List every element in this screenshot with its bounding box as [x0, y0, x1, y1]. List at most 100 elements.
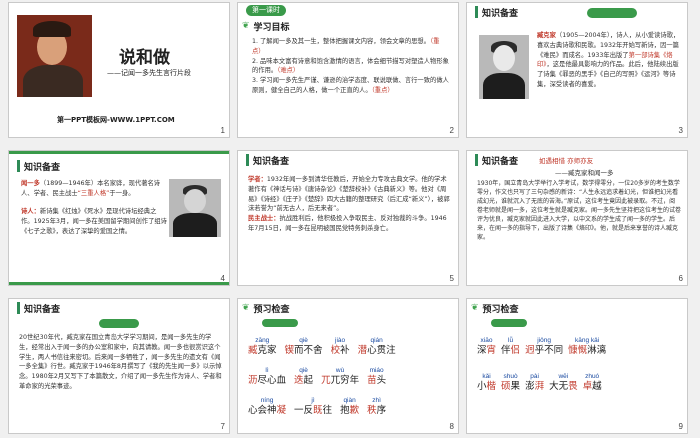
slide-header: ❦ 预习检查: [467, 299, 519, 317]
slide-thumbnail-1[interactable]: 说和做 ——记闻一多先生言行片段 第一PPT模板网-WWW.1PPT.COM 1: [8, 2, 230, 138]
header-bar: [475, 6, 478, 18]
header-bar: [17, 160, 20, 172]
pinyin: kāng kǎi: [575, 337, 600, 344]
word: 锲而不舍: [284, 345, 323, 356]
word: 心会神凝: [248, 405, 287, 416]
word: 一反既往: [294, 405, 333, 416]
header-title: 预习检查: [253, 303, 290, 314]
word: 苗头: [367, 375, 387, 386]
slide-thumbnail-3[interactable]: 知识备查 臧克家（1905—2004年），诗人，从小爱读诗歌，喜欢古典诗歌和民歌…: [466, 2, 688, 138]
word: 沥尽心血: [248, 375, 287, 386]
pinyin: lì: [265, 367, 269, 374]
word: 卓越: [582, 381, 602, 392]
leaf-icon: ❦: [471, 303, 479, 313]
leaf-icon: ❦: [242, 303, 250, 313]
word-item: lǚ 伴侣: [501, 337, 520, 356]
top-tag: 如遇相惜 亦师亦友: [539, 157, 594, 165]
header-title: 知识备查: [24, 161, 61, 172]
goals-text: 1. 了解闻一多及其一生，整体把握课文内容，领会文章的思想。（重点） 2. 品味…: [252, 38, 449, 94]
slide-subtitle: ——记闻一多先生言行片段: [107, 69, 191, 77]
relation-text: 20世纪30年代，臧克家在国立青岛大学学习期间，是闻一多先生的学生，经常出入于闻…: [19, 334, 222, 390]
pinyin: qiàn: [343, 397, 356, 404]
word-item: qián 潜心贯注: [358, 337, 396, 356]
word-row: zāng 臧克家 qiè 锲而不舍 jiào 校补 qián 潜心贯注: [248, 337, 404, 357]
bio-text: 臧克家（1905—2004年），诗人，从小爱读诗歌，喜欢古典诗歌和民歌。1932…: [537, 32, 680, 88]
slide-thumbnail-7[interactable]: 知识备查 20世纪30年代，臧克家在国立青岛大学学习期间，是闻一多先生的学生，经…: [8, 298, 230, 434]
word: 迭起: [294, 375, 314, 386]
pinyin: qián: [370, 337, 383, 344]
slide-header: ❦ 预习检查: [238, 299, 290, 317]
portrait-photo: [479, 35, 529, 99]
bio-text-b: 诗人：新诗集《红烛》《死水》是现代诗坛经典之作。1925年3月，闻一多在美国留学…: [21, 208, 167, 235]
word-item: zhuó 卓越: [583, 373, 602, 392]
header-title: 学习目标: [253, 21, 290, 32]
header-bar: [475, 154, 478, 166]
slide-footer: 第一PPT模板网-WWW.1PPT.COM: [57, 116, 175, 124]
slide-title: 说和做: [119, 48, 170, 68]
word-row: kǎi 小楷 shuò 硕果 pài 澎湃 wēi 大无畏 zhuó 卓越: [477, 373, 607, 393]
word-item: qiè 迭起: [294, 367, 313, 386]
slide-thumbnail-5[interactable]: 知识备查 学者：1932年闻一多到清华任教后，开始全力专攻古典文学。他的学术著作…: [237, 150, 459, 286]
pinyin: zāng: [255, 337, 270, 344]
word: 澎湃: [525, 381, 545, 392]
slide-thumbnail-8[interactable]: ❦ 预习检查 zāng 臧克家 qiè 锲而不舍 jiào 校补 qián 潜心贯注 lì 沥尽心…: [237, 298, 459, 434]
slide-number: 8: [449, 422, 454, 431]
slide-thumbnail-4[interactable]: 知识备查 闻一多（1899—1946年）本名家骅，现代著名诗人、学者、民主战士“…: [8, 150, 230, 286]
decor-flower-icon: [262, 319, 298, 327]
pinyin: wù: [335, 367, 345, 374]
bio-text-a: 闻一多（1899—1946年）本名家骅，现代著名诗人、学者、民主战士“三重人格”…: [21, 180, 161, 197]
slide-number: 5: [449, 274, 454, 283]
word-item: kǎi 小楷: [477, 373, 496, 392]
pinyin: pài: [530, 373, 539, 380]
pinyin: kǎi: [482, 373, 491, 380]
portrait-photo: [169, 179, 221, 237]
pinyin: zhuó: [585, 373, 600, 380]
header-bar: [246, 154, 249, 166]
word-item: zhì 秩序: [367, 397, 386, 416]
lesson-badge: 第一课时: [246, 5, 286, 16]
word-item: kāng kǎi 慷慨淋漓: [568, 337, 606, 356]
slide-header: 知识备查: [467, 3, 518, 21]
word: 秩序: [367, 405, 387, 416]
word-item: jiǒng 迥乎不同: [525, 337, 563, 356]
decor-flower-icon: [587, 8, 637, 18]
slide-thumbnail-9[interactable]: ❦ 预习检查 xiāo 深宵 lǚ 伴侣 jiǒng 迥乎不同 kāng kǎi 慷慨淋漓 kǎ…: [466, 298, 688, 434]
slide-number: 3: [678, 126, 683, 135]
word-row: xiāo 深宵 lǚ 伴侣 jiǒng 迥乎不同 kāng kǎi 慷慨淋漓: [477, 337, 611, 357]
decor-flower-icon: [99, 319, 139, 328]
word-item: zāng 臧克家: [248, 337, 277, 356]
slide-header: 知识备查: [467, 151, 518, 169]
slide-number: 2: [449, 126, 454, 135]
pinyin: lǚ: [508, 337, 514, 344]
header-title: 知识备查: [253, 155, 290, 166]
slide-thumbnail-6[interactable]: 知识备查 如遇相惜 亦师亦友 ——臧克家和闻一多 1930年，国立青岛大学举行入…: [466, 150, 688, 286]
pinyin: jiào: [335, 337, 346, 344]
header-bar: [17, 302, 20, 314]
word-row: níng 心会神凝 jì 一反既往 qiàn 抱歉 zhì 秩序: [248, 397, 394, 417]
slide-thumbnail-2[interactable]: 第一课时 ❦ 学习目标 1. 了解闻一多及其一生，整体把握课文内容，领会文章的思…: [237, 2, 459, 138]
pinyin: zhì: [372, 397, 381, 404]
word-item: xiāo 深宵: [477, 337, 496, 356]
word: 抱歉: [340, 405, 360, 416]
word: 校补: [330, 345, 350, 356]
pinyin: shuò: [503, 373, 518, 380]
word: 臧克家: [248, 345, 277, 356]
word-item: níng 心会神凝: [248, 397, 286, 416]
word-item: jì 一反既往: [294, 397, 332, 416]
header-title: 知识备查: [482, 155, 519, 166]
pinyin: níng: [260, 397, 274, 404]
word-item: miáo 苗头: [367, 367, 386, 386]
word-item: lì 沥尽心血: [248, 367, 286, 386]
scholar-text: 学者：1932年闻一多到清华任教后，开始全力专攻古典文学。他的学术著作有《神话与…: [248, 176, 450, 232]
pinyin: miáo: [369, 367, 384, 374]
leaf-icon: ❦: [242, 21, 250, 31]
slide-number: 9: [678, 422, 683, 431]
pinyin: jiǒng: [537, 337, 551, 344]
story-text: 1930年，国立青岛大学举行入学考试，数学得零分，一位20多岁的考生数学零分，作…: [477, 180, 682, 241]
word-item: pài 澎湃: [525, 373, 544, 392]
slide-number: 4: [220, 274, 225, 283]
word-item: qiè 锲而不舍: [285, 337, 323, 356]
word-item: shuò 硕果: [501, 373, 520, 392]
word-item: qiàn 抱歉: [340, 397, 359, 416]
pinyin: xiāo: [480, 337, 493, 344]
